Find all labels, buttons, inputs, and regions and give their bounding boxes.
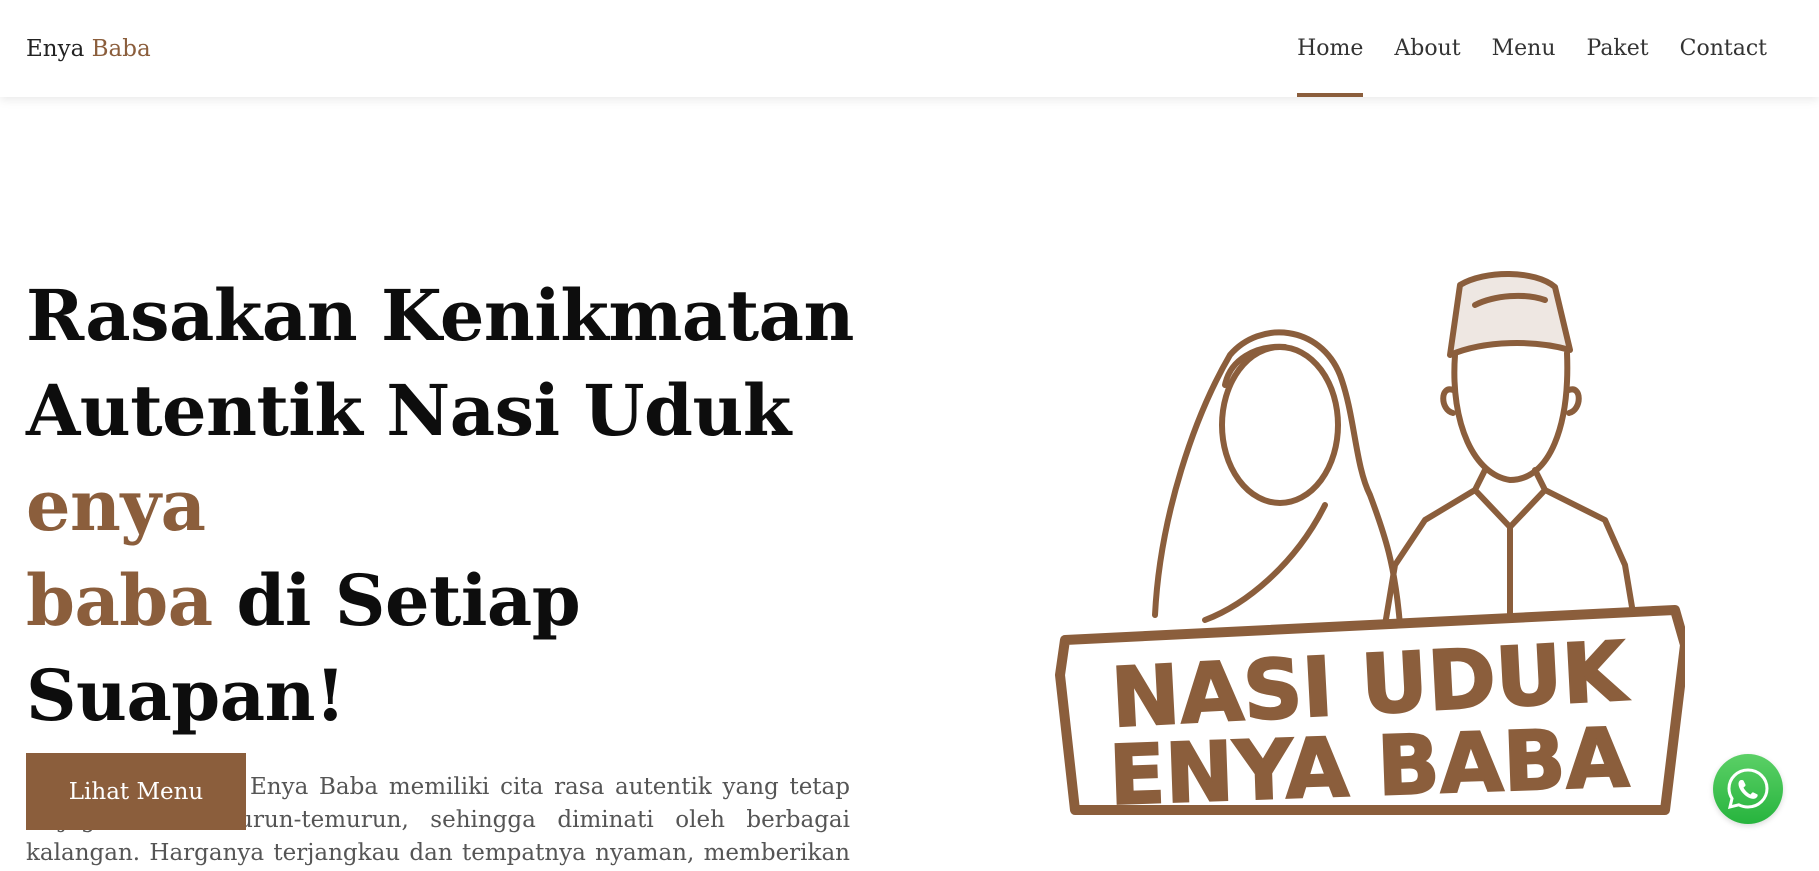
main-nav: Home About Menu Paket Contact: [1266, 0, 1767, 97]
logo-man-face: [1451, 350, 1571, 483]
logo-text-line2: ENYA BABA: [1107, 711, 1631, 824]
brand-logo[interactable]: Enya Baba: [26, 36, 151, 62]
logo-woman-hijab: [1152, 329, 1403, 628]
navbar: Enya Baba Home About Menu Paket Contact: [0, 0, 1819, 97]
whatsapp-icon: [1727, 768, 1769, 810]
hero-title: Rasakan Kenikmatan Autentik Nasi Uduk en…: [26, 268, 886, 743]
nav-link-about[interactable]: About: [1394, 0, 1460, 97]
nav-link-home[interactable]: Home: [1297, 0, 1364, 97]
brand-name-part2: Baba: [91, 35, 151, 62]
logo-badge: NASI UDUK ENYA BABA: [1055, 605, 1690, 825]
nav-link-paket[interactable]: Paket: [1587, 0, 1649, 97]
whatsapp-button[interactable]: [1713, 754, 1783, 824]
hero-title-accent-baba: baba: [26, 559, 213, 642]
hero-logo-illustration: NASI UDUK ENYA BABA: [1055, 265, 1690, 825]
lihat-menu-button[interactable]: Lihat Menu: [26, 753, 246, 830]
hero-title-line1: Rasakan Kenikmatan: [26, 274, 854, 357]
nav-link-contact[interactable]: Contact: [1680, 0, 1767, 97]
nav-link-menu[interactable]: Menu: [1492, 0, 1556, 97]
hero-title-accent-enya: enya: [26, 464, 206, 547]
brand-name-part1: Enya: [26, 35, 85, 62]
hero-title-line2: Autentik Nasi Uduk: [26, 369, 791, 452]
logo-man-cap: [1447, 271, 1573, 358]
logo-woman-face: [1219, 344, 1341, 506]
logo-svg: NASI UDUK ENYA BABA: [1055, 271, 1690, 825]
